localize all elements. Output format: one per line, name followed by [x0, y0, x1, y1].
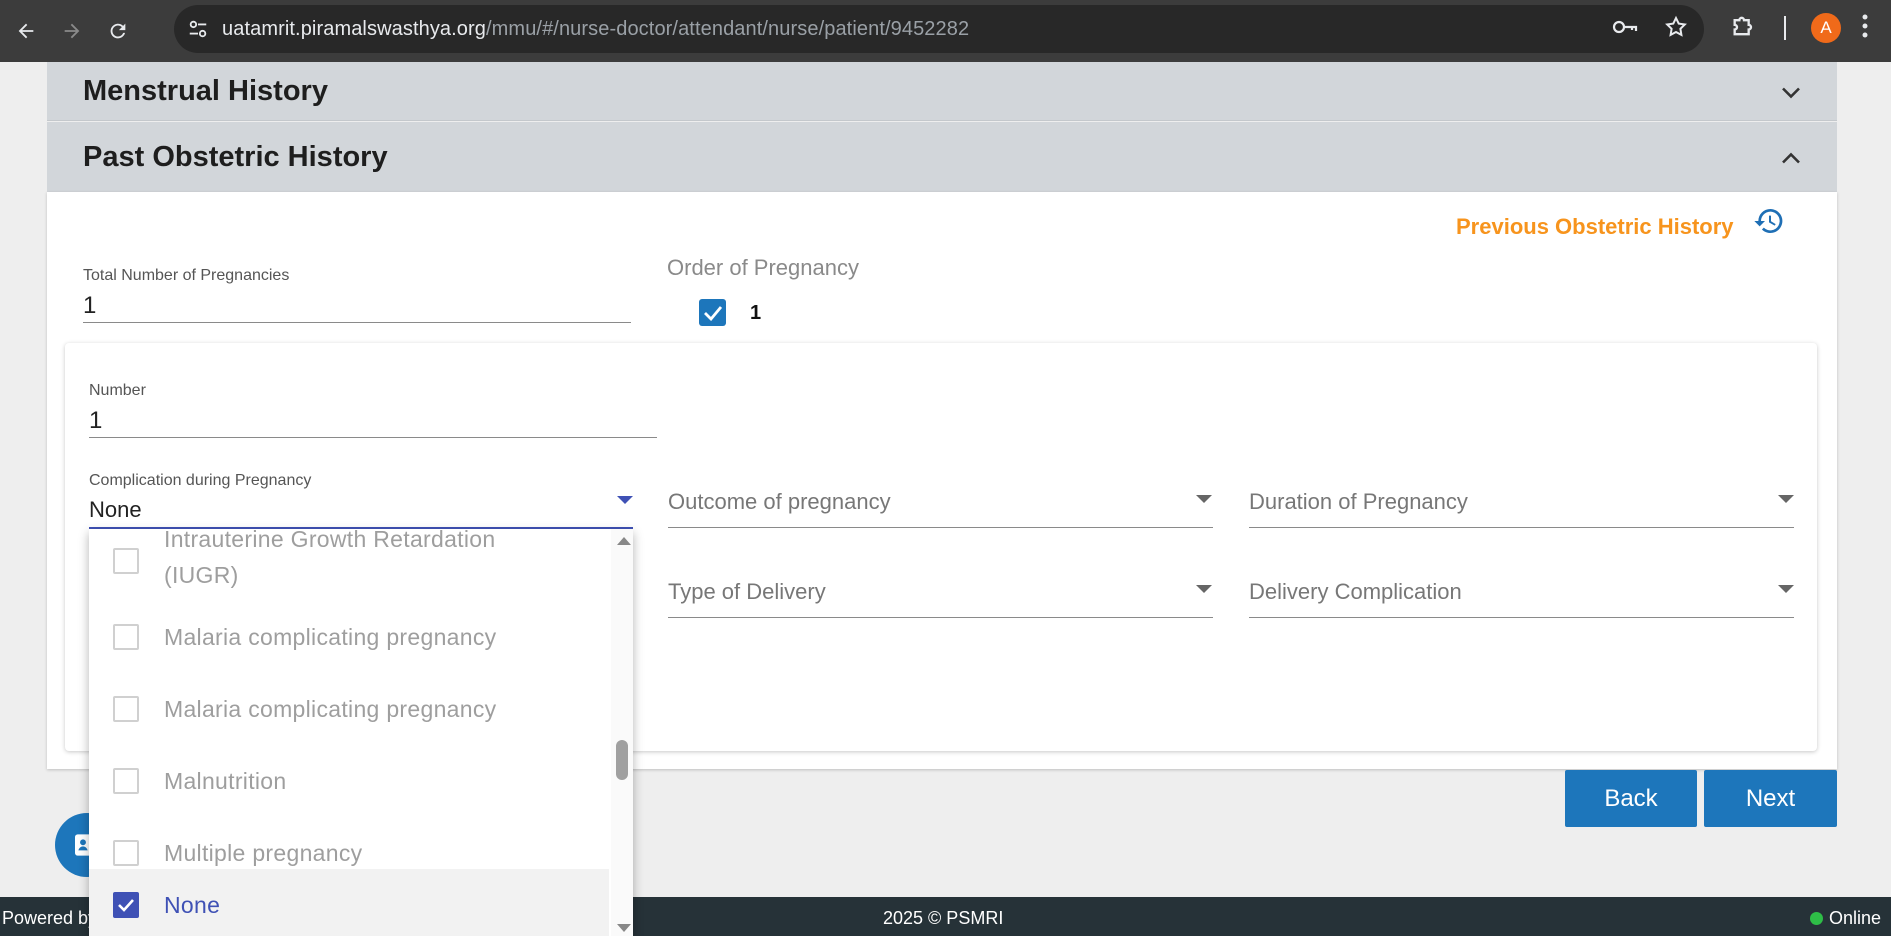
option-label-line2: (IUGR)	[164, 562, 239, 588]
delivery-complication-dropdown-arrow-icon[interactable]	[1778, 585, 1794, 593]
duration-of-pregnancy-select[interactable]: Duration of Pregnancy	[1249, 489, 1468, 515]
scroll-down-arrow-icon[interactable]	[617, 924, 631, 932]
option-label: Multiple pregnancy	[164, 839, 363, 866]
connection-status: Online	[1809, 908, 1881, 929]
scroll-up-arrow-icon[interactable]	[617, 537, 631, 545]
outcome-dropdown-arrow-icon[interactable]	[1196, 495, 1212, 503]
bookmark-star-icon[interactable]	[1664, 15, 1688, 44]
reload-icon[interactable]	[98, 11, 138, 51]
menu-kebab-icon[interactable]	[1862, 13, 1868, 44]
previous-obstetric-history-link[interactable]: Previous Obstetric History	[1456, 214, 1734, 240]
next-button[interactable]: Next	[1704, 770, 1837, 827]
option-iugr[interactable]: Intrauterine Growth Retardation (IUGR)	[89, 529, 609, 601]
outcome-underline	[668, 527, 1213, 528]
back-button[interactable]: Back	[1565, 770, 1697, 827]
powered-by-text: Powered by	[2, 908, 98, 928]
copyright-text: 2025 © PSMRI	[883, 908, 1004, 928]
back-arrow-icon[interactable]	[6, 11, 46, 51]
menstrual-history-title: Menstrual History	[83, 74, 328, 107]
option-checkbox[interactable]	[113, 624, 139, 650]
scrollbar-thumb[interactable]	[616, 740, 628, 780]
duration-dropdown-arrow-icon[interactable]	[1778, 495, 1794, 503]
chevron-up-icon[interactable]	[1781, 141, 1801, 174]
past-obstetric-history-title: Past Obstetric History	[83, 140, 388, 173]
chevron-down-icon[interactable]	[1781, 75, 1801, 108]
order-checkbox-1[interactable]	[699, 299, 726, 326]
total-pregnancies-input[interactable]: 1	[83, 292, 96, 320]
delivery-type-dropdown-arrow-icon[interactable]	[1196, 585, 1212, 593]
option-checkbox[interactable]	[113, 696, 139, 722]
toolbar-separator	[1784, 16, 1786, 40]
past-obstetric-history-header[interactable]: Past Obstetric History	[47, 122, 1837, 192]
online-status-text: Online	[1828, 908, 1881, 928]
duration-underline	[1249, 527, 1794, 528]
delivery-complication-underline	[1249, 617, 1794, 618]
total-pregnancies-underline	[83, 322, 631, 323]
delivery-type-underline	[668, 617, 1213, 618]
option-checkbox-checked[interactable]	[113, 892, 139, 918]
online-dot-icon	[1809, 912, 1823, 925]
number-input[interactable]: 1	[89, 407, 102, 435]
option-checkbox[interactable]	[113, 548, 139, 574]
option-checkbox[interactable]	[113, 768, 139, 794]
complication-options-panel: Intrauterine Growth Retardation (IUGR) M…	[89, 529, 633, 936]
type-of-delivery-select[interactable]: Type of Delivery	[668, 579, 826, 605]
complication-dropdown-arrow-icon[interactable]	[617, 496, 633, 504]
option-label-line1: Intrauterine Growth Retardation	[164, 529, 496, 552]
extensions-puzzle-icon[interactable]	[1730, 11, 1758, 46]
complication-label: Complication during Pregnancy	[89, 472, 312, 489]
dropdown-scrollbar[interactable]	[611, 529, 633, 936]
option-checkbox[interactable]	[113, 840, 139, 866]
option-malaria-2[interactable]: Malaria complicating pregnancy	[89, 673, 609, 745]
history-icon[interactable]	[1752, 205, 1786, 242]
option-label: None	[164, 891, 221, 918]
address-bar[interactable]: uatamrit.piramalswasthya.org/mmu/#/nurse…	[174, 5, 1704, 53]
forward-arrow-icon[interactable]	[52, 11, 92, 51]
total-pregnancies-label: Total Number of Pregnancies	[83, 267, 290, 284]
order-option-label: 1	[750, 302, 762, 324]
site-settings-icon[interactable]	[174, 18, 222, 40]
complication-select-value[interactable]: None	[89, 497, 142, 523]
outcome-of-pregnancy-select[interactable]: Outcome of pregnancy	[668, 489, 891, 515]
option-none[interactable]: None	[89, 869, 609, 936]
profile-avatar[interactable]: A	[1811, 13, 1841, 43]
order-of-pregnancy-label: Order of Pregnancy	[667, 255, 859, 280]
option-label: Malaria complicating pregnancy	[164, 695, 497, 722]
delivery-complication-select[interactable]: Delivery Complication	[1249, 579, 1462, 605]
menstrual-history-header[interactable]: Menstrual History	[47, 62, 1837, 121]
number-label: Number	[89, 382, 146, 399]
option-label: Malaria complicating pregnancy	[164, 623, 497, 650]
number-underline	[89, 437, 657, 438]
password-key-icon[interactable]	[1612, 16, 1638, 43]
url-text: uatamrit.piramalswasthya.org/mmu/#/nurse…	[222, 17, 970, 40]
option-label: Malnutrition	[164, 767, 287, 794]
browser-toolbar: uatamrit.piramalswasthya.org/mmu/#/nurse…	[0, 0, 1891, 62]
option-malnutrition[interactable]: Malnutrition	[89, 745, 609, 817]
option-malaria-1[interactable]: Malaria complicating pregnancy	[89, 601, 609, 673]
